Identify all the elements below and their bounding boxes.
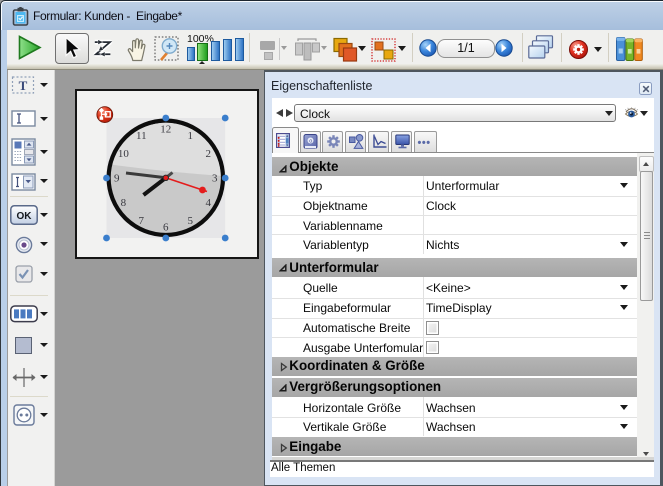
svg-text:1: 1 (188, 130, 194, 142)
svg-text:T: T (19, 78, 28, 93)
svg-text:12: 12 (160, 123, 171, 135)
svg-text:OK: OK (17, 211, 33, 222)
svg-text:6: 6 (163, 221, 169, 233)
svg-text:o: o (309, 138, 312, 144)
svg-text:7: 7 (139, 215, 145, 227)
svg-text:4: 4 (205, 197, 211, 209)
svg-text:3: 3 (212, 172, 218, 184)
svg-text:9: 9 (114, 172, 120, 184)
svg-text:11: 11 (136, 130, 147, 142)
svg-text:5: 5 (188, 215, 194, 227)
svg-text:8: 8 (121, 197, 127, 209)
svg-text:2: 2 (205, 148, 211, 160)
svg-text:10: 10 (118, 148, 130, 160)
